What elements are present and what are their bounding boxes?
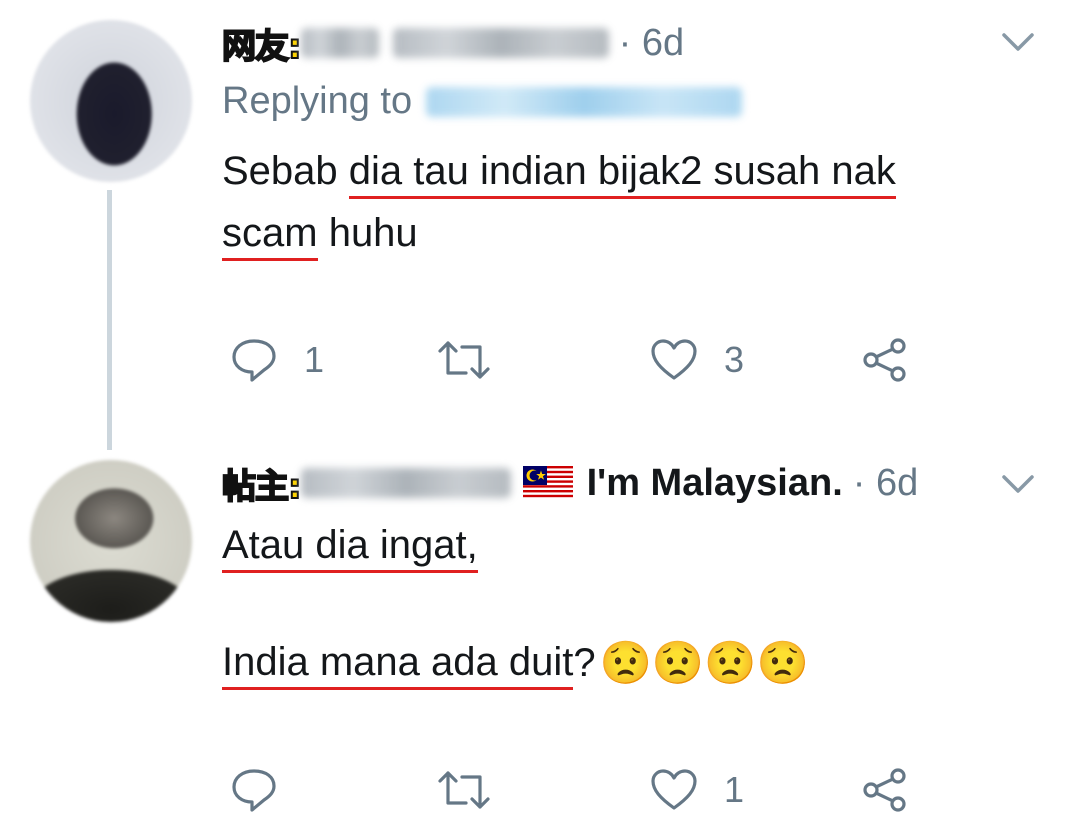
tweet-text-line-1: Atau dia ingat,	[222, 516, 809, 574]
share-icon	[863, 768, 906, 812]
retweet-icon	[438, 771, 490, 809]
reply-count: 1	[304, 339, 325, 380]
reply-icon	[232, 339, 276, 382]
display-name-suffix[interactable]: I'm Malaysian.	[587, 462, 843, 505]
retweet-button[interactable]	[436, 330, 492, 390]
tweet-actions: 1	[222, 760, 922, 820]
like-icon	[651, 769, 697, 810]
thread-connector	[107, 190, 112, 450]
reply-button[interactable]	[230, 760, 304, 820]
underlined-text: dia tau indian bijak2 susah nak	[348, 146, 896, 199]
underlined-text: India mana ada duit	[222, 637, 574, 690]
like-count: 3	[724, 339, 745, 380]
avatar[interactable]	[30, 20, 192, 182]
chevron-down-icon[interactable]	[1001, 30, 1035, 54]
share-icon	[863, 338, 906, 382]
blurred-display-name[interactable]	[300, 28, 379, 58]
replying-label: Replying to	[222, 80, 413, 122]
share-button[interactable]	[862, 760, 908, 820]
like-count: 1	[724, 769, 745, 810]
avatar[interactable]	[30, 460, 192, 622]
chevron-down-icon[interactable]	[1001, 472, 1035, 496]
tweet-text-line-2: India mana ada duit? 😟😟😟😟	[222, 634, 809, 692]
underlined-text: Atau dia ingat,	[222, 520, 478, 573]
like-icon	[651, 339, 697, 380]
timestamp[interactable]: · 6d	[853, 462, 918, 505]
tweet-text: Sebab dia tau indian bijak2 susah nak sc…	[222, 142, 896, 262]
annotation-tag: 网友:	[221, 26, 303, 68]
reply-button[interactable]: 1	[230, 330, 324, 390]
text-span: huhu	[317, 211, 418, 255]
blurred-mention-link[interactable]	[426, 86, 743, 117]
annotation-tag: 帖主:	[221, 466, 303, 508]
text-span: ?	[573, 641, 596, 685]
underlined-text: scam	[222, 208, 318, 261]
blurred-username[interactable]	[392, 28, 609, 58]
text-span: Sebab	[222, 149, 349, 193]
like-button[interactable]: 1	[650, 760, 744, 820]
retweet-icon	[438, 341, 490, 379]
tweet-text-line-1: Sebab dia tau indian bijak2 susah nak	[222, 142, 896, 200]
tweet-actions: 1 3	[222, 330, 922, 390]
tweet-text-line-2: scam huhu	[222, 204, 896, 262]
tweet-text: Atau dia ingat, India mana ada duit? 😟😟😟😟	[222, 516, 809, 692]
reply-icon	[232, 769, 276, 812]
timestamp[interactable]: · 6d	[619, 22, 684, 65]
malaysia-flag-icon	[522, 466, 573, 500]
retweet-button[interactable]	[436, 760, 492, 820]
tweet-1: 网友: · 6d Replying to Sebab dia tau india…	[0, 0, 1073, 450]
worried-face-emojis: 😟😟😟😟	[599, 639, 809, 686]
tweet-header: 网友: · 6d	[221, 18, 684, 68]
replying-to: Replying to	[222, 80, 743, 123]
blurred-display-name[interactable]	[300, 468, 511, 498]
tweet-header: 帖主: I'm Malaysian. · 6d	[221, 458, 918, 508]
like-button[interactable]: 3	[650, 330, 744, 390]
share-button[interactable]	[862, 330, 908, 390]
